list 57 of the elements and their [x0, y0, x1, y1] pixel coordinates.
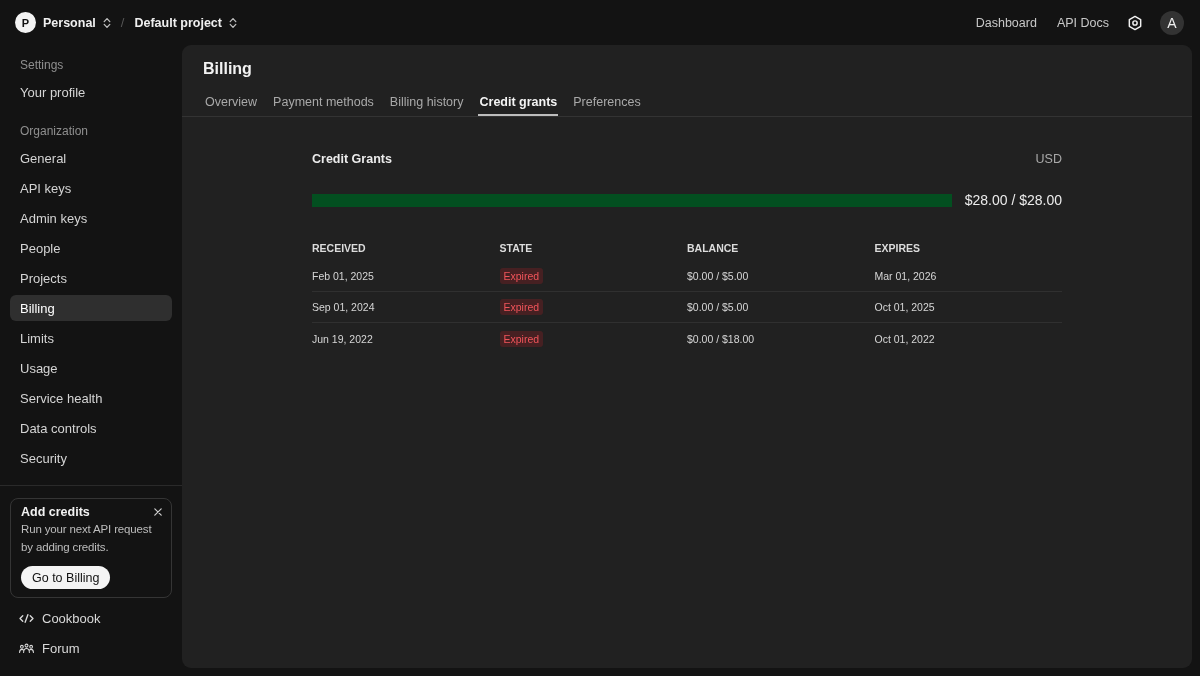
table-cell: Mar 01, 2026 — [874, 270, 937, 282]
sidebar-item[interactable]: Service health — [10, 385, 172, 411]
column-header: BALANCE — [687, 242, 740, 254]
promo-title: Add credits — [21, 505, 90, 519]
breadcrumb-separator: / — [120, 15, 125, 30]
currency-label: USD — [1035, 152, 1062, 166]
people-icon — [19, 642, 34, 654]
code-icon — [19, 612, 34, 624]
sidebar-item[interactable]: Admin keys — [10, 205, 172, 231]
table-cell: $0.00 / $5.00 — [687, 270, 749, 282]
column-header: EXPIRES — [874, 242, 922, 254]
section-title: Credit Grants — [312, 152, 392, 166]
status-badge: Expired — [499, 299, 544, 315]
tab[interactable]: Preferences — [572, 79, 642, 116]
tab[interactable]: Payment methods — [272, 79, 375, 116]
table-cell: $0.00 / $5.00 — [687, 301, 749, 313]
table-cell: Jun 19, 2022 — [312, 332, 373, 345]
sidebar-item[interactable]: Usage — [10, 355, 172, 381]
sidebar-link[interactable]: Cookbook — [10, 603, 101, 633]
tab[interactable]: Billing history — [388, 79, 465, 116]
column-header: RECEIVED — [312, 242, 367, 254]
sidebar-item[interactable]: Limits — [10, 325, 172, 351]
table-cell: Oct 01, 2022 — [874, 332, 935, 345]
user-avatar[interactable]: A — [1160, 10, 1184, 35]
status-badge: Expired — [499, 330, 544, 347]
sidebar-item[interactable]: Projects — [10, 265, 172, 291]
tab[interactable]: Overview — [204, 79, 259, 116]
sidebar-heading: Settings — [19, 57, 65, 74]
sidebar-item[interactable]: Data controls — [10, 415, 172, 441]
chevron-up-down-icon — [102, 16, 111, 29]
sidebar-link[interactable]: Forum — [10, 633, 80, 663]
project-switcher[interactable]: Default project — [132, 13, 239, 32]
table-cell: Feb 01, 2025 — [312, 270, 374, 282]
credit-balance: $28.00 / $28.00 — [964, 192, 1062, 208]
table-cell: Oct 01, 2025 — [874, 301, 935, 313]
close-icon[interactable] — [154, 508, 162, 516]
org-switcher[interactable]: Personal — [41, 13, 113, 32]
column-header: STATE — [499, 242, 534, 254]
table-cell: $0.00 / $18.00 — [687, 332, 755, 345]
sidebar-item[interactable]: API keys — [10, 175, 172, 201]
status-badge: Expired — [499, 268, 544, 284]
nav-link[interactable]: API Docs — [1056, 15, 1109, 30]
sidebar-item[interactable]: Security — [10, 445, 172, 471]
sidebar-item[interactable]: General — [10, 145, 172, 171]
go-to-billing-button[interactable]: Go to Billing — [21, 566, 111, 589]
tab[interactable]: Credit grants — [478, 79, 559, 116]
settings-icon[interactable] — [1127, 14, 1143, 31]
nav-link[interactable]: Dashboard — [975, 15, 1037, 30]
table-cell: Sep 01, 2024 — [312, 301, 375, 313]
page-title: Billing — [202, 59, 253, 79]
sidebar-item[interactable]: Billing — [10, 295, 172, 321]
org-avatar: P — [15, 12, 36, 33]
sidebar-item[interactable]: Your profile — [10, 79, 172, 105]
sidebar-heading: Organization — [19, 123, 90, 140]
chevron-up-down-icon — [228, 16, 237, 29]
sidebar-item[interactable]: People — [10, 235, 172, 261]
promo-text: Run your next API request by adding credits. — [21, 522, 153, 555]
